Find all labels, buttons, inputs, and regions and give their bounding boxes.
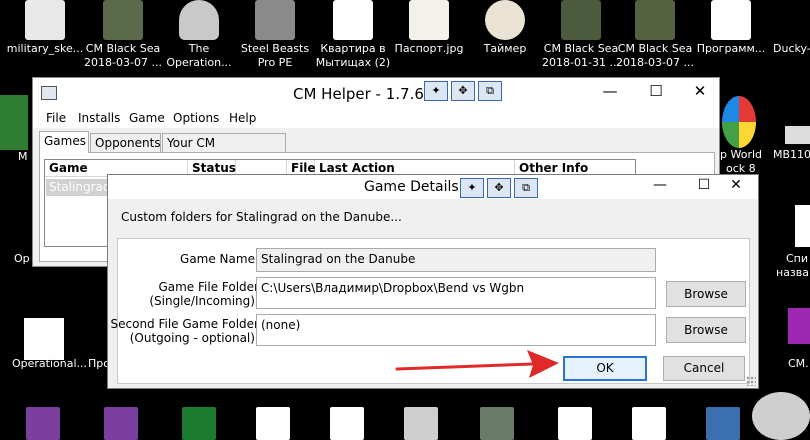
game-details-titlebar[interactable]: Game Details ✦ ✥ ⧉ — ☐ ✕ xyxy=(108,175,758,199)
image-file-icon xyxy=(25,0,65,40)
desktop-icon-steel-beasts[interactable]: Steel Beasts Pro PE xyxy=(236,0,314,70)
tab-your-cm-installations[interactable]: Your CM Installations xyxy=(162,133,286,168)
tank-icon xyxy=(255,0,295,40)
archive-icon[interactable] xyxy=(104,407,138,440)
annotation-arrow-icon xyxy=(395,350,559,378)
titlebar-tool-buttons: ✦ ✥ ⧉ xyxy=(460,178,541,198)
second-folder-label-1: Second File Game Folder xyxy=(110,317,260,331)
app-window-icon xyxy=(41,86,57,100)
desktop-icon-apartment-doc[interactable]: Квартира в Мытищах (2) xyxy=(314,0,392,70)
game-file-folder-label-1: Game File Folder xyxy=(158,280,259,294)
archive-icon[interactable] xyxy=(26,407,60,440)
browse-second-folder-button[interactable]: Browse xyxy=(666,317,746,343)
desktop-icon-timer[interactable]: Таймер xyxy=(466,0,544,56)
game-shortcut-icon xyxy=(561,0,601,40)
device-icon[interactable] xyxy=(785,126,810,144)
desktop-icon-cm-black-sea-1[interactable]: CM Black Sea 2018-03-07 ... xyxy=(84,0,162,70)
pin-icon[interactable]: ✦ xyxy=(424,81,448,101)
clock-icon xyxy=(485,0,525,40)
document-icon[interactable] xyxy=(795,205,810,247)
second-folder-field[interactable]: (none) xyxy=(256,314,656,346)
document-icon[interactable] xyxy=(558,407,592,440)
menu-game[interactable]: Game xyxy=(129,111,165,125)
desktop-partial-icon[interactable] xyxy=(0,95,28,150)
game-shortcut-icon[interactable] xyxy=(480,407,514,440)
game-shortcut-icon xyxy=(103,0,143,40)
game-name-field: Stalingrad on the Danube xyxy=(256,248,656,272)
minimize-button[interactable]: — xyxy=(638,175,682,197)
ok-button[interactable]: OK xyxy=(563,356,647,381)
document-icon[interactable] xyxy=(404,407,438,440)
app-icon[interactable] xyxy=(706,407,740,440)
desktop-icon-cm-black-sea-2[interactable]: CM Black Sea 2018-01-31 ... xyxy=(542,0,620,70)
archive-icon[interactable] xyxy=(788,308,810,344)
dialog-description: Custom folders for Stalingrad on the Dan… xyxy=(121,210,402,224)
pin-icon[interactable]: ✦ xyxy=(460,178,484,198)
move-icon[interactable]: ✥ xyxy=(487,178,511,198)
menu-installs[interactable]: Installs xyxy=(78,111,120,125)
desktop-icon-the-operation[interactable]: The Operation... xyxy=(160,0,238,70)
menu-options[interactable]: Options xyxy=(173,111,219,125)
close-button[interactable]: ✕ xyxy=(678,78,722,106)
restore-icon[interactable]: ⧉ xyxy=(514,178,538,198)
cancel-button[interactable]: Cancel xyxy=(663,356,745,381)
desktop-icon-passport-jpg[interactable]: Паспорт.jpg xyxy=(390,0,468,56)
second-folder-label-2: (Outgoing - optional): xyxy=(129,331,259,345)
browse-file-folder-button[interactable]: Browse xyxy=(666,281,746,307)
document-icon[interactable] xyxy=(632,407,666,440)
tab-opponents[interactable]: Opponents xyxy=(90,133,161,152)
desktop-bottom-icons xyxy=(0,407,810,440)
table-row[interactable]: Stalingrad on the Danube xyxy=(46,179,114,196)
desktop-icon-cm-black-sea-3[interactable]: CM Black Sea 2018-03-07 ... xyxy=(616,0,694,70)
close-button[interactable]: ✕ xyxy=(714,175,758,197)
move-icon[interactable]: ✥ xyxy=(451,81,475,101)
cm-helper-titlebar[interactable]: CM Helper - 1.7.6-A ✦ ✥ ⧉ — ☐ ✕ xyxy=(33,78,719,108)
dialog-title: Game Details xyxy=(364,179,459,195)
word-document-icon xyxy=(711,0,751,40)
app-logo-icon[interactable] xyxy=(722,96,756,148)
game-name-label: Game Name: xyxy=(180,252,259,266)
image-file-icon xyxy=(409,0,449,40)
tab-games[interactable]: Games xyxy=(39,131,89,153)
menu-help[interactable]: Help xyxy=(229,111,256,125)
game-file-folder-field[interactable]: C:\Users\Владимир\Dropbox\Bend vs Wgbn xyxy=(256,277,656,309)
menu-file[interactable]: File xyxy=(46,111,66,125)
shield-icon xyxy=(179,0,219,40)
app-icon[interactable] xyxy=(182,407,216,440)
minimize-button[interactable]: — xyxy=(588,78,632,106)
word-document-icon[interactable] xyxy=(256,407,290,440)
game-file-folder-label-2: (Single/Incoming): xyxy=(149,294,259,308)
desktop-icon-military-sketch[interactable]: military_ske... xyxy=(6,0,84,56)
window-title: CM Helper - 1.7.6-A xyxy=(293,85,440,103)
desktop-icon-ducky[interactable]: Ducky- xyxy=(773,42,810,56)
restore-icon[interactable]: ⧉ xyxy=(478,81,502,101)
game-shortcut-icon xyxy=(635,0,675,40)
word-document-icon[interactable] xyxy=(24,318,64,360)
maximize-button[interactable]: ☐ xyxy=(634,78,678,106)
menu-bar: File Installs Game Options Help xyxy=(33,108,719,128)
resize-grip[interactable] xyxy=(746,376,756,386)
word-document-icon[interactable] xyxy=(330,407,364,440)
titlebar-tool-buttons: ✦ ✥ ⧉ xyxy=(424,81,505,101)
document-icon xyxy=(333,0,373,40)
desktop-icon-programs-doc[interactable]: Программ... xyxy=(692,0,770,56)
